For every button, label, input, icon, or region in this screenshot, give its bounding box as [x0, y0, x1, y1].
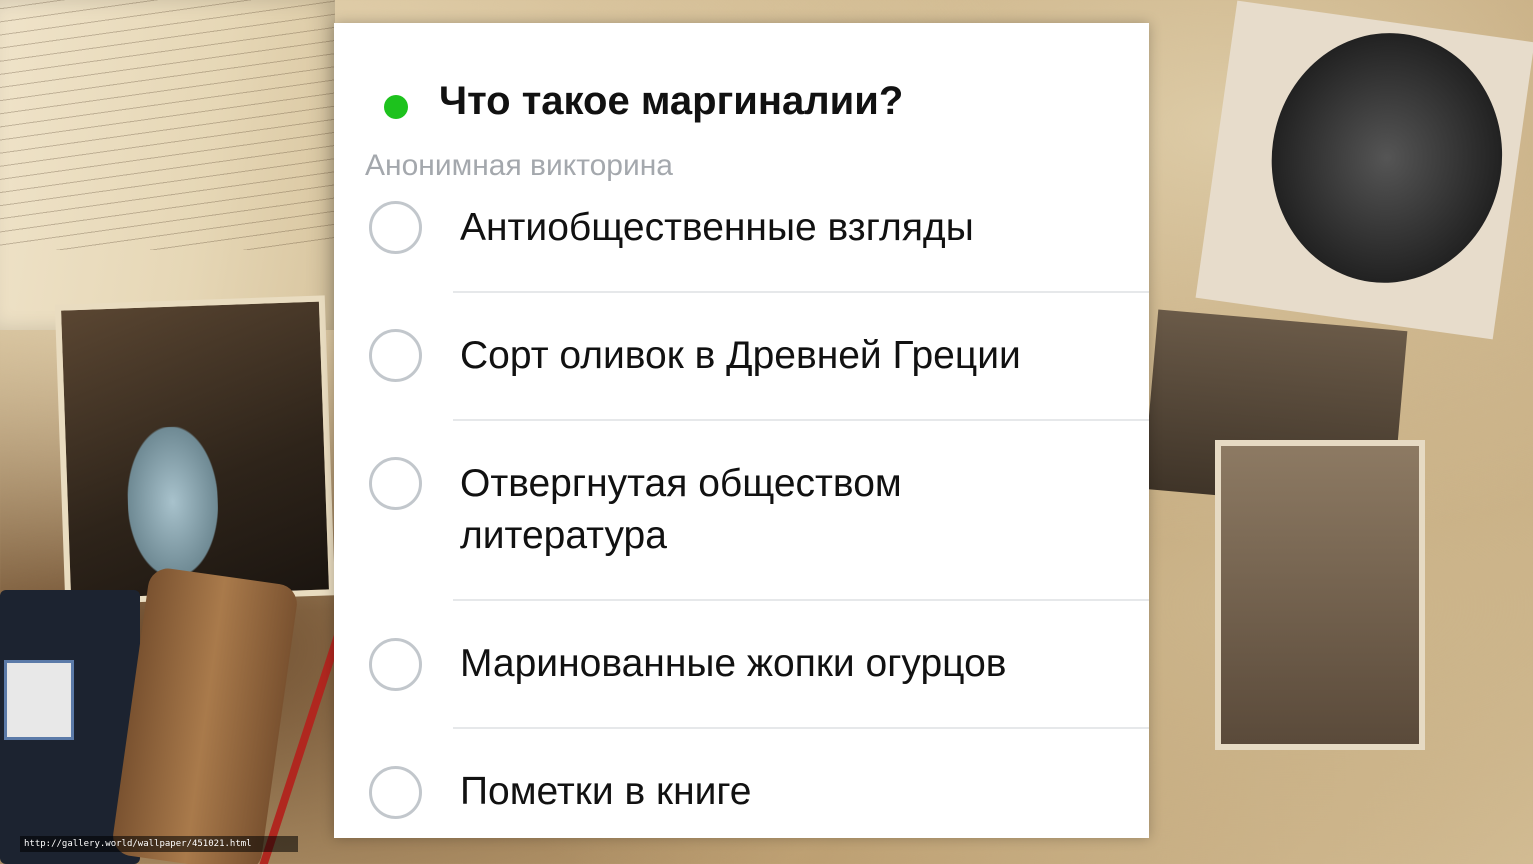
- poll-option-4[interactable]: Маринованные жопки огурцов: [334, 601, 1149, 729]
- poll-option-5[interactable]: Пометки в книге: [334, 729, 1149, 839]
- active-status-dot-icon: [384, 95, 408, 119]
- poll-option-label: Маринованные жопки огурцов: [460, 642, 1007, 685]
- background-book-text: [0, 0, 335, 250]
- poll-option-label: Отвергнутая обществом литература: [460, 462, 902, 557]
- poll-options-list: Антиобщественные взгляды Сорт оливок в Д…: [334, 163, 1149, 839]
- poll-option-label: Сорт оливок в Древней Греции: [460, 334, 1021, 377]
- background-boy-photo: [1215, 440, 1425, 750]
- poll-option-3[interactable]: Отвергнутая обществом литература: [334, 421, 1149, 601]
- background-notebook-label: [4, 660, 74, 740]
- background-oval-portrait-photo: [1195, 0, 1533, 340]
- poll-option-1[interactable]: Антиобщественные взгляды: [334, 163, 1149, 293]
- poll-option-label: Антиобщественные взгляды: [460, 206, 974, 249]
- background-vintage-photo-woman: [54, 295, 336, 605]
- radio-button-icon[interactable]: [369, 638, 422, 691]
- poll-option-2[interactable]: Сорт оливок в Древней Греции: [334, 293, 1149, 421]
- radio-button-icon[interactable]: [369, 201, 422, 254]
- poll-option-label: Пометки в книге: [460, 770, 752, 813]
- quiz-poll-card: Что такое маргиналии? Анонимная викторин…: [334, 23, 1149, 838]
- radio-button-icon[interactable]: [369, 329, 422, 382]
- watermark-url: http://gallery.world/wallpaper/451021.ht…: [20, 836, 298, 852]
- poll-question: Что такое маргиналии?: [439, 79, 904, 123]
- radio-button-icon[interactable]: [369, 457, 422, 510]
- radio-button-icon[interactable]: [369, 766, 422, 819]
- poll-header: Что такое маргиналии? Анонимная викторин…: [334, 61, 1149, 182]
